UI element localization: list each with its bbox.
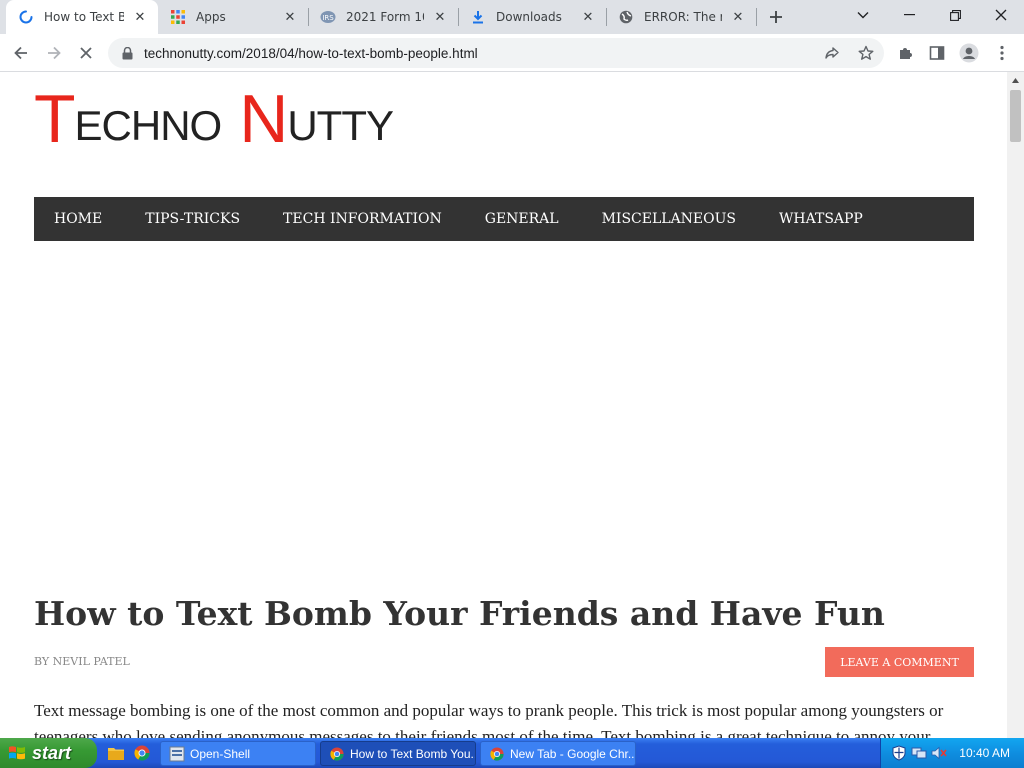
tab-form-1040[interactable]: IRS 2021 Form 1040 ✕	[308, 0, 458, 34]
lock-icon[interactable]	[120, 46, 134, 60]
tab-error[interactable]: ERROR: The request could not be satisfie…	[606, 0, 756, 34]
logo-utty: UTTY	[287, 102, 394, 149]
task-label: Open-Shell	[190, 746, 251, 761]
taskbar-item-open-shell[interactable]: Open-Shell	[160, 741, 316, 766]
nav-home[interactable]: HOME	[54, 211, 102, 227]
tab-search-button[interactable]	[840, 0, 886, 30]
open-shell-icon	[169, 746, 185, 762]
arrow-left-icon	[14, 46, 27, 60]
close-icon[interactable]: ✕	[432, 9, 448, 25]
download-icon	[470, 9, 486, 25]
globe-icon	[618, 9, 634, 25]
puzzle-icon	[900, 48, 912, 59]
chrome-icon	[489, 746, 505, 762]
chevron-down-icon	[857, 12, 869, 19]
system-tray: 10:40 AM	[880, 738, 1024, 768]
minimize-icon	[903, 14, 915, 16]
back-button[interactable]	[7, 39, 35, 67]
logo-echno: ECHNO	[74, 102, 223, 149]
minimize-button[interactable]	[886, 0, 932, 30]
logo-letter-t: T	[34, 81, 76, 157]
volume-muted-icon[interactable]	[931, 745, 947, 761]
taskbar-clock[interactable]: 10:40 AM	[959, 746, 1010, 760]
nav-whatsapp[interactable]: WHATSAPP	[779, 211, 863, 227]
page-scrollbar[interactable]	[1007, 72, 1024, 738]
close-icon	[995, 9, 1007, 21]
side-panel-icon	[929, 46, 945, 60]
logo-letter-n: N	[239, 81, 288, 157]
site-logo[interactable]: T ECHNO N UTTY	[34, 81, 394, 157]
nav-miscellaneous[interactable]: MISCELLANEOUS	[602, 211, 736, 227]
nav-tech-information[interactable]: TECH INFORMATION	[283, 211, 442, 227]
bookmark-star-icon[interactable]	[856, 43, 876, 63]
task-label: New Tab - Google Chr...	[510, 746, 636, 761]
profile-button[interactable]	[955, 39, 983, 67]
stop-button[interactable]	[72, 39, 100, 67]
post-byline[interactable]: BY NEVIL PATEL	[34, 655, 130, 668]
new-tab-button[interactable]	[764, 5, 788, 29]
chrome-quicklaunch-icon[interactable]	[133, 744, 151, 762]
start-button[interactable]: start	[0, 738, 97, 768]
post-intro-paragraph: Text message bombing is one of the most …	[34, 701, 944, 738]
taskbar-item-text-bomb[interactable]: How to Text Bomb You...	[320, 741, 476, 766]
tab-apps[interactable]: Apps ✕	[158, 0, 308, 34]
windows-flag-icon	[9, 746, 25, 760]
address-bar[interactable]: technonutty.com/2018/04/how-to-text-bomb…	[108, 38, 884, 68]
close-icon[interactable]: ✕	[132, 9, 148, 25]
restore-button[interactable]	[932, 0, 978, 30]
close-icon[interactable]: ✕	[580, 9, 596, 25]
tab-title: How to Text Bomb Your Friends and Have F…	[44, 10, 124, 24]
apps-grid-icon	[170, 9, 186, 25]
main-nav: HOME TIPS-TRICKS TECH INFORMATION GENERA…	[34, 197, 974, 241]
browser-toolbar: technonutty.com/2018/04/how-to-text-bomb…	[0, 34, 1024, 72]
close-icon[interactable]: ✕	[282, 9, 298, 25]
post-title: How to Text Bomb Your Friends and Have F…	[34, 594, 885, 633]
share-icon[interactable]	[822, 43, 842, 63]
extensions-button[interactable]	[892, 39, 920, 67]
menu-button[interactable]	[988, 39, 1016, 67]
tab-strip: How to Text Bomb Your Friends and Have F…	[0, 0, 1024, 34]
irs-logo-icon: IRS	[320, 9, 336, 25]
nav-general[interactable]: GENERAL	[485, 211, 559, 227]
stop-icon	[80, 47, 92, 59]
windows-taskbar: start Open-Shell How to Text Bomb You...…	[0, 738, 1024, 768]
explorer-folder-icon[interactable]	[107, 744, 125, 762]
task-label: How to Text Bomb You...	[350, 746, 476, 761]
kebab-menu-icon	[1000, 45, 1004, 61]
network-icon[interactable]	[911, 745, 927, 761]
close-icon[interactable]: ✕	[730, 9, 746, 25]
scrollbar-thumb[interactable]	[1010, 90, 1021, 142]
security-shield-icon[interactable]	[891, 745, 907, 761]
tab-title: ERROR: The request could not be satisfie…	[644, 10, 722, 24]
nav-tips-tricks[interactable]: TIPS-TRICKS	[145, 211, 240, 227]
svg-text:IRS: IRS	[322, 14, 334, 22]
tab-text-bomb[interactable]: How to Text Bomb Your Friends and Have F…	[6, 0, 158, 34]
url-text[interactable]: technonutty.com/2018/04/how-to-text-bomb…	[144, 46, 478, 61]
close-window-button[interactable]	[978, 0, 1024, 30]
chrome-icon	[329, 746, 345, 762]
arrow-right-icon	[48, 46, 61, 60]
loading-spinner-icon	[18, 9, 34, 25]
side-panel-button[interactable]	[923, 39, 951, 67]
tab-separator	[756, 8, 757, 26]
plus-icon	[770, 11, 782, 23]
tab-title: Apps	[196, 10, 226, 24]
tab-title: Downloads	[496, 10, 562, 24]
leave-comment-button[interactable]: LEAVE A COMMENT	[825, 647, 974, 677]
tab-title: 2021 Form 1040	[346, 10, 424, 24]
restore-icon	[949, 9, 961, 21]
forward-button[interactable]	[40, 39, 68, 67]
page-viewport: T ECHNO N UTTY HOME TIPS-TRICKS TECH INF…	[0, 72, 1007, 738]
tab-downloads[interactable]: Downloads ✕	[458, 0, 606, 34]
start-label: start	[32, 742, 72, 763]
taskbar-item-new-tab[interactable]: New Tab - Google Chr...	[480, 741, 636, 766]
avatar-icon	[959, 43, 979, 63]
scroll-up-arrow-icon[interactable]	[1007, 72, 1024, 89]
